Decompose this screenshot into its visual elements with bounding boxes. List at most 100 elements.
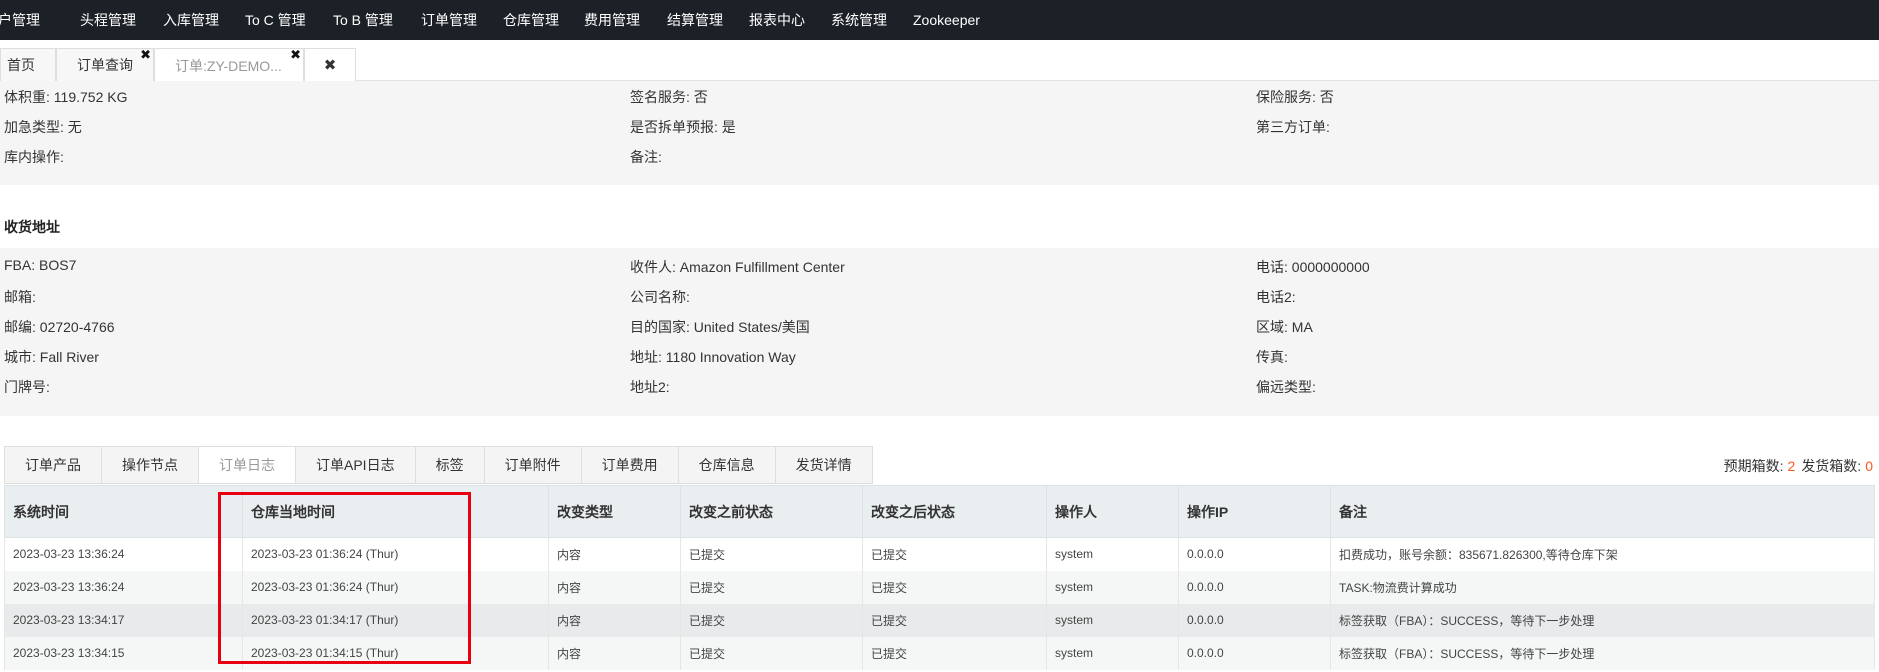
cell-operator: system (1046, 636, 1179, 670)
cell-operator: system (1046, 603, 1179, 637)
address-section-title: 收货地址 (4, 219, 60, 235)
nav-item-zookeeper[interactable]: Zookeeper (913, 12, 980, 28)
cell-operator-ip: 0.0.0.0 (1178, 537, 1331, 571)
box-count-summary: 预期箱数: 2 发货箱数: 0 (1724, 456, 1873, 476)
table-row[interactable]: 2023-03-23 13:36:24 2023-03-23 01:36:24 … (4, 570, 1875, 604)
cell-remark: 扣费成功，账号余额：835671.826300,等待仓库下架 (1330, 537, 1875, 571)
door-number-field: 门牌号: (4, 379, 50, 395)
tab-order-query[interactable]: 订单查询 ✖ (56, 47, 154, 81)
nav-item-system[interactable]: 系统管理 (831, 10, 887, 30)
address-section (0, 248, 1879, 416)
cell-before-status: 已提交 (680, 570, 863, 604)
cell-change-type: 内容 (548, 570, 681, 604)
table-row[interactable]: 2023-03-23 13:36:24 2023-03-23 01:36:24 … (4, 537, 1875, 571)
col-remark: 备注 (1330, 485, 1875, 538)
tab-order-api-log[interactable]: 订单API日志 (295, 446, 415, 484)
cell-operator: system (1046, 570, 1179, 604)
cell-system-time: 2023-03-23 13:34:15 (4, 636, 243, 670)
close-icon[interactable]: ✖ (290, 47, 301, 63)
cell-change-type: 内容 (548, 537, 681, 571)
col-after-status: 改变之后状态 (862, 485, 1047, 538)
tab-order-detail[interactable]: 订单:ZY-DEMO... ✖ (154, 47, 304, 82)
cell-system-time: 2023-03-23 13:36:24 (4, 570, 243, 604)
signature-field: 签名服务: 否 (630, 89, 708, 105)
cell-system-time: 2023-03-23 13:34:17 (4, 603, 243, 637)
fba-field: FBA: BOS7 (4, 257, 77, 273)
cell-after-status: 已提交 (862, 636, 1047, 670)
recipient-field: 收件人: Amazon Fulfillment Center (630, 259, 845, 275)
cell-change-type: 内容 (548, 603, 681, 637)
cell-before-status: 已提交 (680, 636, 863, 670)
close-all-tabs-button[interactable]: ✖ (304, 48, 356, 81)
remote-type-field: 偏远类型: (1256, 379, 1316, 395)
tab-labels[interactable]: 标签 (414, 446, 484, 484)
cell-warehouse-time: 2023-03-23 01:36:24 (Thur) (242, 570, 549, 604)
expected-boxes-value: 2 (1787, 458, 1796, 474)
cell-warehouse-time: 2023-03-23 01:34:17 (Thur) (242, 603, 549, 637)
table-row[interactable]: 2023-03-23 13:34:15 2023-03-23 01:34:15 … (4, 636, 1875, 670)
tab-order-attachments[interactable]: 订单附件 (483, 446, 581, 484)
city-field: 城市: Fall River (4, 349, 99, 365)
tab-operation-nodes[interactable]: 操作节点 (101, 446, 198, 484)
split-forecast-field: 是否拆单预报: 是 (630, 119, 736, 135)
volume-weight-field: 体积重: 119.752 KG (4, 89, 128, 105)
cell-after-status: 已提交 (862, 537, 1047, 571)
tab-home[interactable]: 首页 (0, 48, 56, 81)
cell-after-status: 已提交 (862, 603, 1047, 637)
shipped-boxes-value: 0 (1865, 458, 1873, 474)
zip-field: 邮编: 02720-4766 (4, 319, 115, 335)
table-row[interactable]: 2023-03-23 13:34:17 2023-03-23 01:34:17 … (4, 603, 1875, 637)
close-icon[interactable]: ✖ (140, 47, 151, 63)
nav-item-warehouse[interactable]: 仓库管理 (503, 10, 559, 30)
phone-field: 电话: 0000000000 (1256, 259, 1370, 275)
nav-item-order[interactable]: 订单管理 (421, 10, 477, 30)
col-before-status: 改变之前状态 (680, 485, 863, 538)
nav-item-customer[interactable]: 客户管理 (0, 10, 40, 30)
tab-shipping-details[interactable]: 发货详情 (774, 446, 873, 484)
address-line1-field: 地址: 1180 Innovation Way (630, 349, 796, 365)
remark-field: 备注: (630, 149, 662, 165)
phone2-field: 电话2: (1256, 289, 1296, 305)
nav-item-reports[interactable]: 报表中心 (749, 10, 805, 30)
col-operator: 操作人 (1046, 485, 1179, 538)
nav-item-toc[interactable]: To C 管理 (245, 10, 306, 30)
cell-operator-ip: 0.0.0.0 (1178, 570, 1331, 604)
order-info-section (0, 81, 1879, 185)
nav-item-settlement[interactable]: 结算管理 (667, 10, 723, 30)
tab-order-query-label: 订单查询 (77, 57, 133, 73)
cell-remark: 标签获取（FBA）：SUCCESS，等待下一步处理 (1330, 636, 1875, 670)
cell-operator: system (1046, 537, 1179, 571)
address-line2-field: 地址2: (630, 379, 670, 395)
close-icon: ✖ (323, 57, 337, 74)
tab-order-products[interactable]: 订单产品 (4, 446, 101, 484)
top-nav: 客户管理 头程管理 入库管理 To C 管理 To B 管理 订单管理 仓库管理… (0, 0, 1879, 40)
expected-boxes-label: 预期箱数: (1723, 458, 1784, 474)
nav-item-inbound[interactable]: 入库管理 (163, 10, 219, 30)
cell-remark: 标签获取（FBA）：SUCCESS，等待下一步处理 (1330, 603, 1875, 637)
company-field: 公司名称: (630, 289, 690, 305)
region-field: 区域: MA (1256, 319, 1313, 335)
cell-system-time: 2023-03-23 13:36:24 (4, 537, 243, 571)
nav-item-tob[interactable]: To B 管理 (333, 10, 393, 30)
tab-home-label: 首页 (7, 57, 35, 73)
tab-warehouse-info[interactable]: 仓库信息 (677, 446, 775, 484)
cell-warehouse-time: 2023-03-23 01:36:24 (Thur) (242, 537, 549, 571)
tab-order-detail-label: 订单:ZY-DEMO... (175, 57, 282, 74)
fax-field: 传真: (1256, 349, 1288, 365)
table-header-row: 系统时间 仓库当地时间 改变类型 改变之前状态 改变之后状态 操作人 操作IP … (4, 485, 1875, 538)
cell-operator-ip: 0.0.0.0 (1178, 603, 1331, 637)
nav-item-fees[interactable]: 费用管理 (584, 10, 640, 30)
cell-warehouse-time: 2023-03-23 01:34:15 (Thur) (242, 636, 549, 670)
cell-operator-ip: 0.0.0.0 (1178, 636, 1331, 670)
tab-bar: 首页 订单查询 ✖ 订单:ZY-DEMO... ✖ ✖ (0, 40, 1879, 82)
col-change-type: 改变类型 (548, 485, 681, 538)
tab-order-fees[interactable]: 订单费用 (580, 446, 678, 484)
third-party-order-field: 第三方订单: (1256, 119, 1330, 135)
cell-before-status: 已提交 (680, 603, 863, 637)
order-detail-tabs: 订单产品 操作节点 订单日志 订单API日志 标签 订单附件 订单费用 仓库信息… (4, 446, 873, 484)
tab-order-log[interactable]: 订单日志 (198, 446, 295, 484)
insurance-field: 保险服务: 否 (1256, 89, 1334, 105)
nav-item-first-leg[interactable]: 头程管理 (80, 10, 136, 30)
order-log-table: 系统时间 仓库当地时间 改变类型 改变之前状态 改变之后状态 操作人 操作IP … (4, 485, 1875, 670)
shipped-boxes-label: 发货箱数: (1801, 458, 1862, 474)
